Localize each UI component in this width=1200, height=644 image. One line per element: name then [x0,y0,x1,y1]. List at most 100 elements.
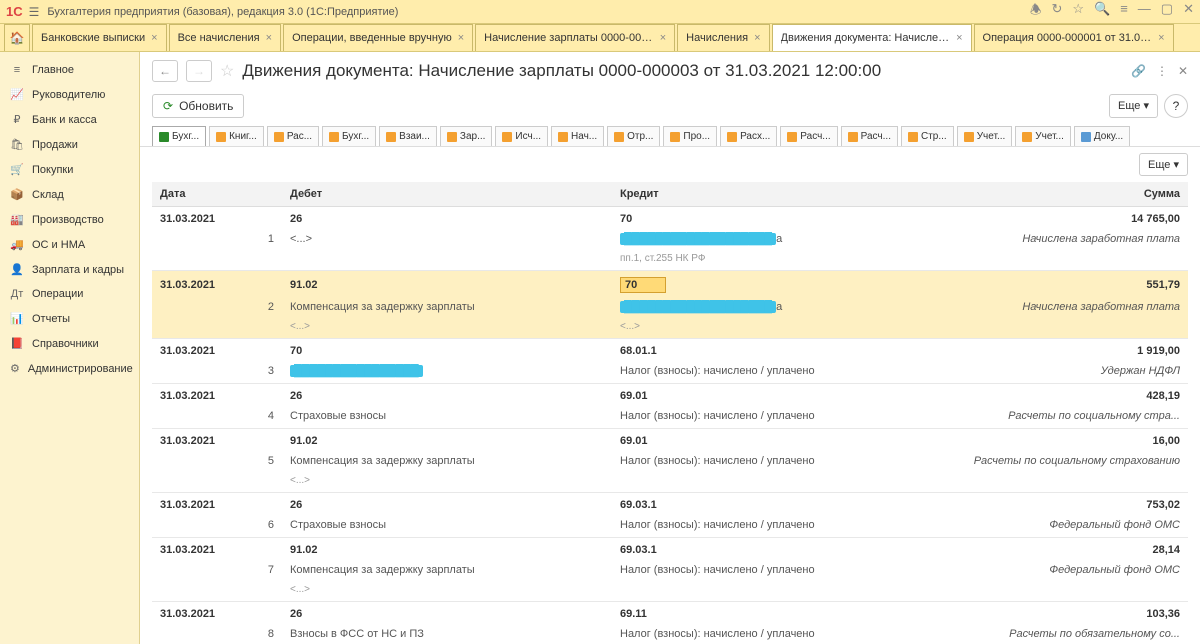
sidebar-item-8[interactable]: 👤Зарплата и кадры [0,257,139,282]
subtab-icon [614,132,624,142]
subtab-3[interactable]: Бухг... [322,126,376,146]
sidebar-item-6[interactable]: 🏭Производство [0,207,139,232]
table-row[interactable]: 31.03.20212669.11103,36 [152,602,1188,627]
subtab-10[interactable]: Расх... [720,126,777,146]
tab-1[interactable]: Все начисления× [169,24,282,51]
notifications-icon[interactable]: 🕭 [1030,1,1042,23]
sidebar-item-0[interactable]: ≡Главное [0,58,139,82]
table-subrow[interactable]: 3████████████████Налог (взносы): начисле… [152,363,1188,384]
tab-2[interactable]: Операции, введенные вручную× [283,24,473,51]
more-button[interactable]: Еще ▾ [1109,94,1158,118]
tab-6[interactable]: Операция 0000-000001 от 31.03.2021 18:..… [974,24,1174,51]
subtab-icon [386,132,396,142]
tab-close-icon[interactable]: × [660,32,666,44]
favorite-icon[interactable]: ☆ [1072,1,1084,23]
tab-close-icon[interactable]: × [151,32,157,44]
subtab-14[interactable]: Учет... [957,126,1013,146]
tab-close-icon[interactable]: × [1158,32,1164,44]
table-row[interactable]: 31.03.2021267014 765,00 [152,207,1188,232]
tab-close-icon[interactable]: × [266,32,272,44]
sidebar-item-4[interactable]: 🛒Покупки [0,157,139,182]
subtab-11[interactable]: Расч... [780,126,837,146]
back-button[interactable]: ← [152,60,178,82]
table-row[interactable]: 31.03.202191.0269.03.128,14 [152,538,1188,563]
search-icon[interactable]: 🔍 [1094,1,1110,23]
col-sum[interactable]: Сумма [952,182,1188,207]
table-row[interactable]: 31.03.20212669.03.1753,02 [152,493,1188,518]
table-more-button[interactable]: Еще ▾ [1139,153,1188,176]
close-icon[interactable]: ✕ [1183,1,1194,23]
table-subrow[interactable]: 6Страховые взносыНалог (взносы): начисле… [152,517,1188,538]
sidebar-item-11[interactable]: 📕Справочники [0,331,139,356]
table-row[interactable]: 31.03.20212669.01428,19 [152,384,1188,409]
subtab-9[interactable]: Про... [663,126,717,146]
table-row[interactable]: 31.03.202191.0270551,79 [152,271,1188,300]
subtab-12[interactable]: Расч... [841,126,898,146]
sidebar-item-2[interactable]: ₽Банк и касса [0,107,139,132]
subtab-6[interactable]: Исч... [495,126,548,146]
sidebar: ≡Главное📈Руководителю₽Банк и касса🛍Прода… [0,52,140,644]
settings-icon[interactable]: ≡ [1120,1,1128,23]
sidebar-item-3[interactable]: 🛍Продажи [0,132,139,157]
tab-close-icon[interactable]: × [956,32,962,44]
subtab-5[interactable]: Зар... [440,126,493,146]
table-subrow2[interactable]: <...> [152,582,1188,602]
refresh-icon: ⟳ [163,99,173,113]
table-row[interactable]: 31.03.20217068.01.11 919,00 [152,339,1188,364]
table-subrow2[interactable]: <...><...> [152,319,1188,339]
table-wrap[interactable]: Дата Дебет Кредит Сумма 31.03.2021267014… [140,182,1200,644]
sidebar-label: Операции [32,288,83,300]
page-title: Движения документа: Начисление зарплаты … [242,61,881,81]
tab-3[interactable]: Начисление зарплаты 0000-000003 от 31...… [475,24,675,51]
table-subrow2[interactable]: <...> [152,473,1188,493]
subtab-16[interactable]: Доку... [1074,126,1130,146]
forward-button[interactable]: → [186,60,212,82]
subtab-8[interactable]: Отр... [607,126,660,146]
sidebar-item-9[interactable]: ДтОперации [0,282,139,306]
close-page-icon[interactable]: ✕ [1178,64,1188,78]
table-subrow[interactable]: 4Страховые взносыНалог (взносы): начисле… [152,408,1188,429]
refresh-button[interactable]: ⟳ Обновить [152,94,244,118]
table-subrow[interactable]: 8Взносы в ФСС от НС и ПЗНалог (взносы): … [152,626,1188,644]
subtab-7[interactable]: Нач... [551,126,604,146]
maximize-icon[interactable]: ▢ [1161,1,1173,23]
table-row[interactable]: 31.03.202191.0269.0116,00 [152,429,1188,454]
table-subrow[interactable]: 2Компенсация за задержку зарплаты███████… [152,299,1188,319]
sidebar-item-5[interactable]: 📦Склад [0,182,139,207]
subtab-13[interactable]: Стр... [901,126,954,146]
table-subrow[interactable]: 1<...>███████████████████аНачислена зара… [152,231,1188,251]
tab-0[interactable]: Банковские выписки× [32,24,167,51]
subtab-icon [670,132,680,142]
menu-icon[interactable]: ☰ [29,5,40,19]
subtab-1[interactable]: Книг... [209,126,264,146]
sidebar-item-12[interactable]: ⚙Администрирование [0,356,139,381]
options-icon[interactable]: ⋮ [1156,64,1168,78]
link-icon[interactable]: 🔗 [1131,64,1146,78]
tab-4[interactable]: Начисления× [677,24,769,51]
help-button[interactable]: ? [1164,94,1188,118]
sidebar-label: Покупки [32,164,73,176]
subtab-4[interactable]: Взаи... [379,126,437,146]
history-icon[interactable]: ↻ [1051,1,1062,23]
col-credit[interactable]: Кредит [612,182,952,207]
subtab-icon [329,132,339,142]
home-tab[interactable]: 🏠 [4,24,30,51]
minimize-icon[interactable]: — [1138,1,1151,23]
tab-close-icon[interactable]: × [458,32,464,44]
subtab-15[interactable]: Учет... [1015,126,1071,146]
sidebar-icon: 🚚 [10,238,24,251]
table-subrow[interactable]: 7Компенсация за задержку зарплатыНалог (… [152,562,1188,582]
col-debit[interactable]: Дебет [282,182,612,207]
table-subrow2[interactable]: пп.1, ст.255 НК РФ [152,251,1188,271]
tab-close-icon[interactable]: × [754,32,760,44]
tab-5[interactable]: Движения документа: Начисление зарплат..… [772,24,972,51]
sidebar-item-7[interactable]: 🚚ОС и НМА [0,232,139,257]
sidebar-item-10[interactable]: 📊Отчеты [0,306,139,331]
subtab-0[interactable]: Бухг... [152,126,206,146]
sidebar-item-1[interactable]: 📈Руководителю [0,82,139,107]
star-icon[interactable]: ☆ [220,61,234,81]
subtab-2[interactable]: Рас... [267,126,319,146]
refresh-label: Обновить [179,99,233,113]
table-subrow[interactable]: 5Компенсация за задержку зарплатыНалог (… [152,453,1188,473]
col-date[interactable]: Дата [152,182,242,207]
